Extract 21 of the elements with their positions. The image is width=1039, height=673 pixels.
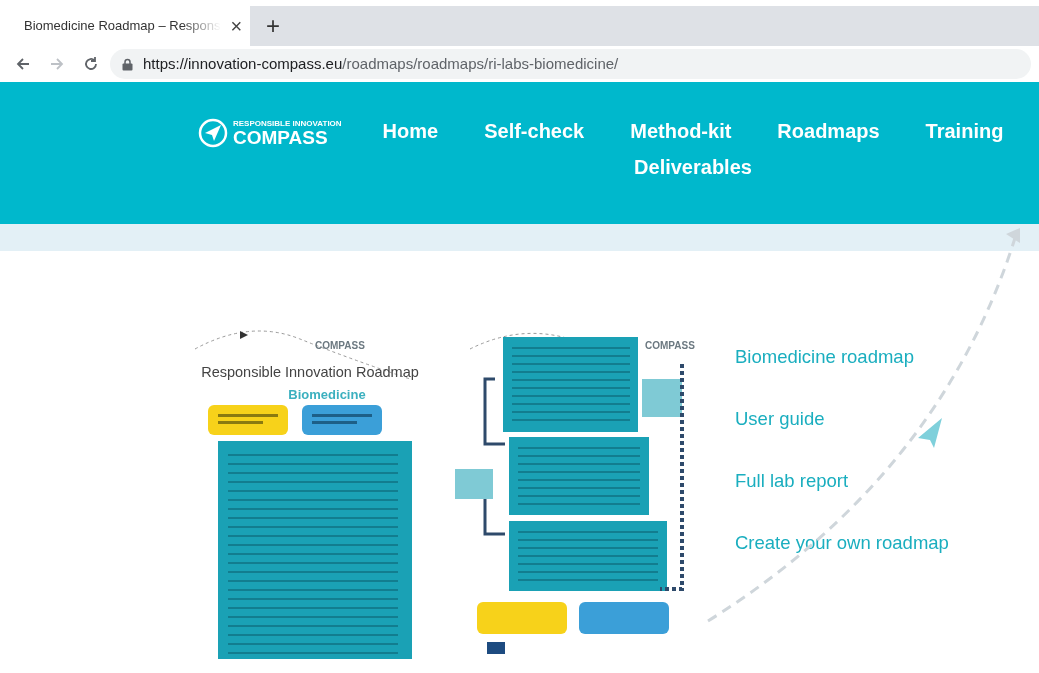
document-logo: COMPASS	[315, 340, 365, 351]
document-title: Responsible Innovation Roadmap	[201, 364, 419, 380]
roadmap-link[interactable]: User guide	[735, 407, 949, 431]
document-subtitle: Biomedicine	[288, 387, 366, 402]
roadmap-link[interactable]: Create your own roadmap	[735, 531, 949, 555]
close-tab-button[interactable]: ×	[228, 16, 245, 36]
url-text: https://innovation-compass.eu/roadmaps/roadmaps/ri-labs-biomedicine/	[143, 53, 619, 74]
nav-link[interactable]: Roadmaps	[777, 118, 880, 144]
nav-link[interactable]: Method-kit	[630, 118, 732, 144]
new-tab-button[interactable]: +	[260, 14, 286, 38]
roadmap-link[interactable]: Full lab report	[735, 469, 949, 493]
nav-link[interactable]: Self-check	[484, 118, 585, 144]
nav-link[interactable]: Deliverables	[634, 154, 752, 180]
roadmap-link[interactable]: Biomedicine roadmap	[735, 345, 949, 369]
compass-logo[interactable]: RESPONSIBLE INNOVATION COMPASS	[198, 118, 348, 148]
lock-icon	[122, 57, 133, 71]
document-logo: COMPASS	[645, 340, 695, 351]
reload-icon	[82, 55, 100, 73]
nav-link[interactable]: Training	[925, 118, 1004, 144]
nav-link[interactable]: Home	[382, 118, 439, 144]
address-bar[interactable]: https://innovation-compass.eu/roadmaps/roadmaps/ri-labs-biomedicine/	[110, 49, 1031, 79]
